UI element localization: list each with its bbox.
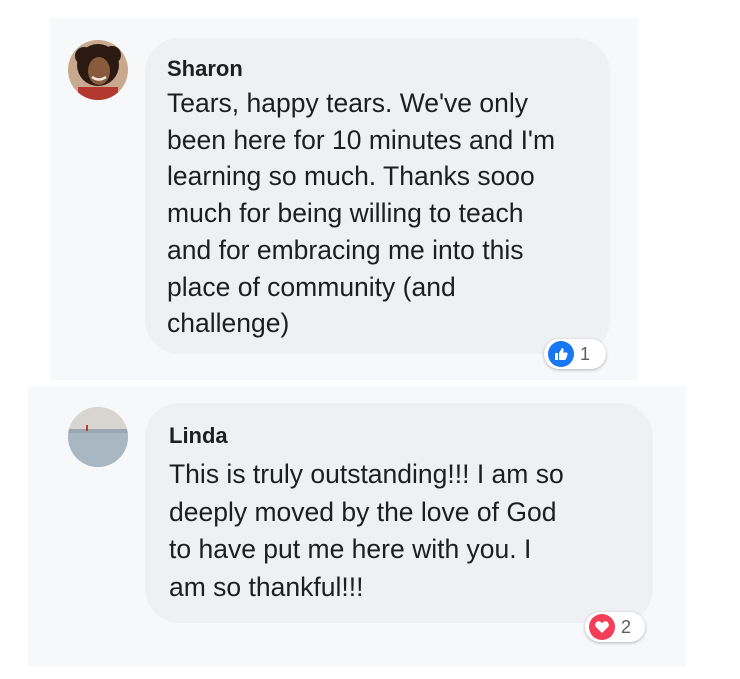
reaction-count: 1 xyxy=(580,344,591,364)
reaction-count: 2 xyxy=(621,617,632,637)
comment-author[interactable]: Sharon xyxy=(167,55,590,83)
avatar-sharon[interactable] xyxy=(68,40,128,100)
avatar-linda[interactable] xyxy=(68,407,128,467)
comment-text: This is truly outstanding!!! I am so dee… xyxy=(169,459,564,602)
reaction-badge[interactable]: 2 xyxy=(585,612,645,642)
love-icon xyxy=(589,614,615,640)
avatar-sharon-image xyxy=(68,40,128,100)
comment-text: Tears, happy tears. We've only been here… xyxy=(167,88,556,339)
like-icon xyxy=(548,341,574,367)
comment-bubble: Linda This is truly outstanding!!! I am … xyxy=(145,403,653,623)
avatar-linda-image xyxy=(68,407,128,467)
comment-bubble: Sharon Tears, happy tears. We've only be… xyxy=(145,38,610,354)
comment-author[interactable]: Linda xyxy=(169,422,633,450)
reaction-badge[interactable]: 1 xyxy=(544,339,606,369)
